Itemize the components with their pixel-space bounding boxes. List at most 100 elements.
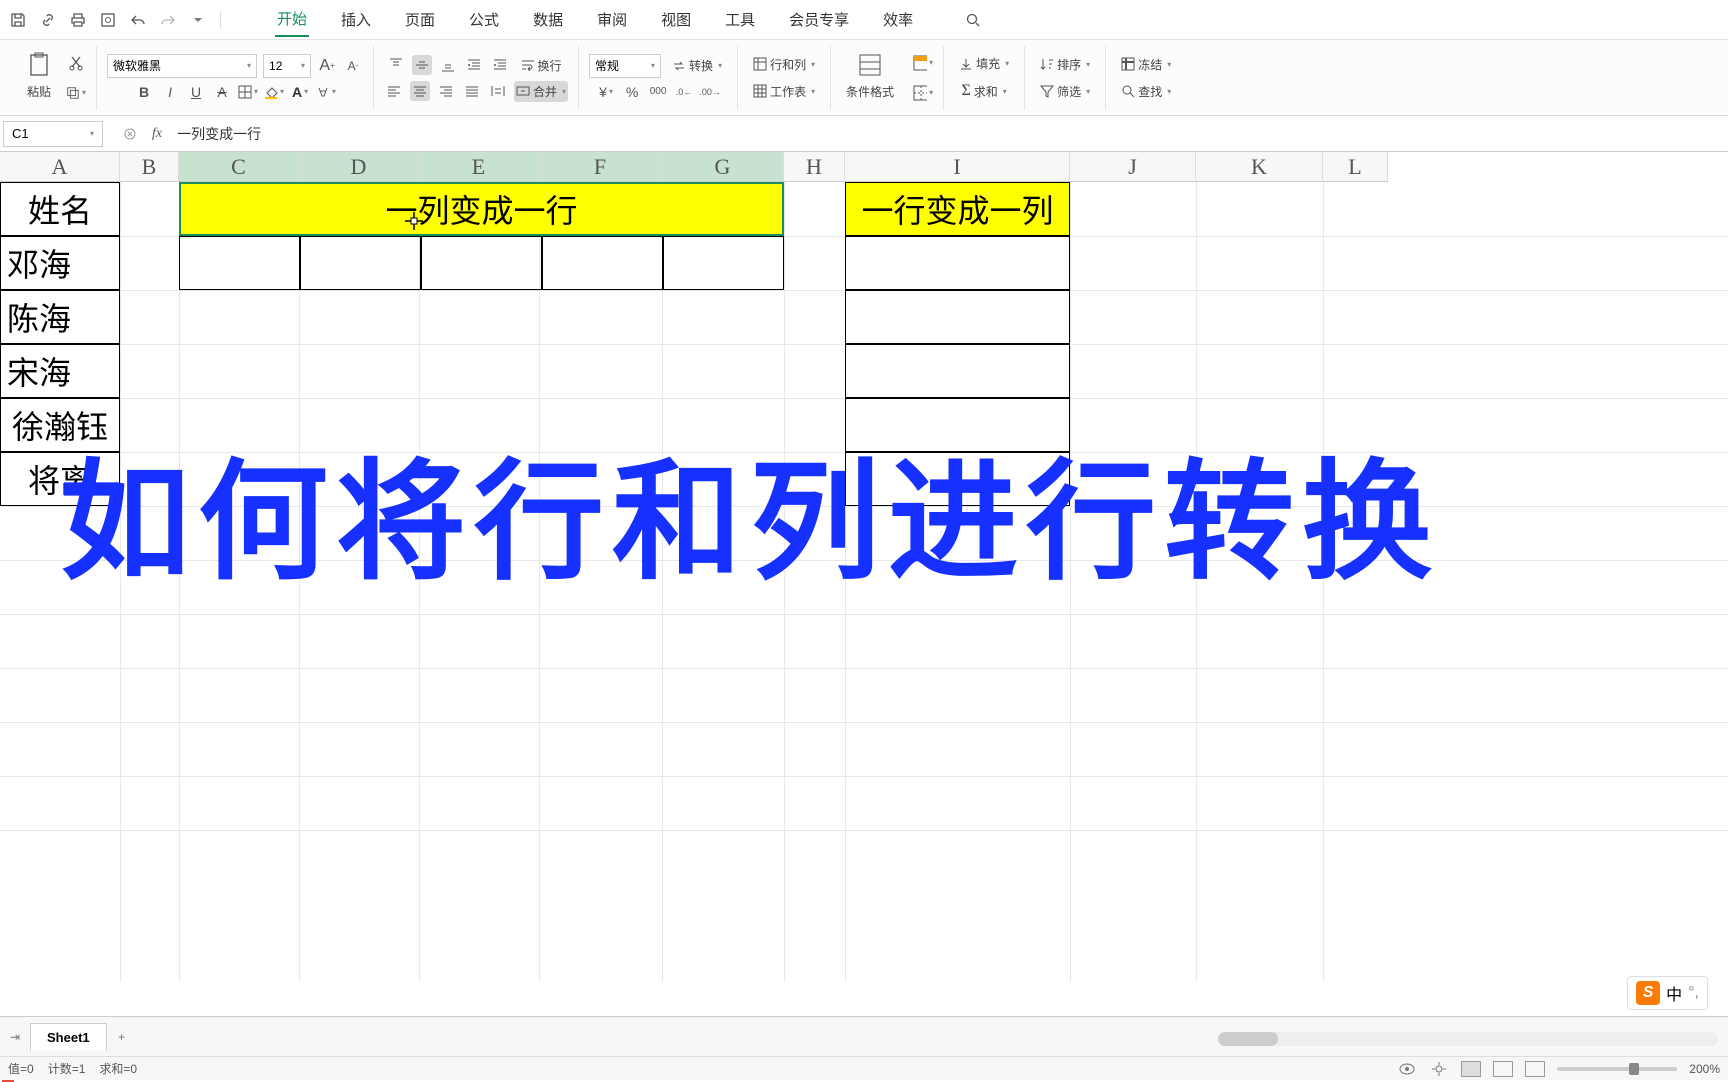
- merge-cells-button[interactable]: 合并▾: [514, 81, 568, 102]
- font-name-select[interactable]: 微软雅黑▾: [107, 54, 257, 78]
- col-header-E[interactable]: E: [419, 152, 539, 182]
- sheet-nav-last-icon[interactable]: ⇥: [6, 1028, 24, 1046]
- menu-tools[interactable]: 工具: [723, 3, 757, 36]
- ime-indicator[interactable]: S 中 °,: [1627, 976, 1708, 1010]
- menu-review[interactable]: 审阅: [595, 3, 629, 36]
- currency-icon[interactable]: ¥▾: [596, 82, 616, 102]
- cell-C1-merged[interactable]: 一列变成一行: [179, 182, 784, 236]
- increase-decimal-icon[interactable]: .00→: [700, 82, 720, 102]
- clear-format-button[interactable]: ▾: [316, 82, 336, 102]
- cell-D2[interactable]: [300, 236, 421, 290]
- cell-A1[interactable]: 姓名: [0, 182, 120, 236]
- scrollbar-thumb[interactable]: [1218, 1032, 1278, 1046]
- menu-start[interactable]: 开始: [275, 2, 309, 37]
- justify-icon[interactable]: [462, 81, 482, 101]
- strikethrough-button[interactable]: A: [212, 82, 232, 102]
- col-header-C[interactable]: C: [179, 152, 299, 182]
- percent-icon[interactable]: %: [622, 82, 642, 102]
- settings-icon[interactable]: [1429, 1059, 1449, 1079]
- cell-I2[interactable]: [845, 236, 1070, 290]
- find-button[interactable]: 查找▾: [1116, 80, 1176, 103]
- col-header-J[interactable]: J: [1070, 152, 1196, 182]
- menu-insert[interactable]: 插入: [339, 3, 373, 36]
- row-col-button[interactable]: 行和列▾: [748, 53, 820, 76]
- align-middle-icon[interactable]: [412, 55, 432, 75]
- cut-icon[interactable]: [66, 53, 86, 73]
- paste-button[interactable]: 粘贴: [22, 80, 56, 103]
- horizontal-scrollbar[interactable]: ◂: [1218, 1032, 1718, 1046]
- indent-decrease-icon[interactable]: [464, 55, 484, 75]
- fx-label[interactable]: fx: [152, 126, 162, 142]
- cell-G2[interactable]: [663, 236, 784, 290]
- sort-button[interactable]: 排序▾: [1035, 53, 1095, 76]
- align-left-icon[interactable]: [384, 81, 404, 101]
- add-sheet-button[interactable]: +: [113, 1028, 131, 1046]
- increase-font-icon[interactable]: A+: [317, 56, 337, 76]
- col-header-I[interactable]: I: [845, 152, 1070, 182]
- cell-A3[interactable]: 陈海: [0, 290, 120, 344]
- qat-dropdown-icon[interactable]: [190, 12, 206, 28]
- cell-A2[interactable]: 邓海: [0, 236, 120, 290]
- cell-F2[interactable]: [542, 236, 663, 290]
- col-header-H[interactable]: H: [784, 152, 845, 182]
- print-icon[interactable]: [70, 12, 86, 28]
- col-header-A[interactable]: A: [0, 152, 120, 182]
- redo-icon[interactable]: [160, 12, 176, 28]
- col-header-D[interactable]: D: [299, 152, 419, 182]
- number-format-select[interactable]: 常规▾: [589, 54, 661, 78]
- indent-increase-icon[interactable]: [490, 55, 510, 75]
- worksheet-button[interactable]: 工作表▾: [748, 80, 820, 103]
- col-header-L[interactable]: L: [1323, 152, 1388, 182]
- name-box[interactable]: C1▾: [3, 121, 103, 147]
- zoom-slider[interactable]: [1557, 1067, 1677, 1071]
- menu-member[interactable]: 会员专享: [787, 3, 851, 36]
- fill-color-button[interactable]: ▾: [264, 82, 284, 102]
- font-color-button[interactable]: A▾: [290, 82, 310, 102]
- paste-icon[interactable]: [28, 52, 50, 78]
- cancel-formula-icon[interactable]: [123, 127, 137, 141]
- col-header-G[interactable]: G: [662, 152, 784, 182]
- zoom-level[interactable]: 200%: [1689, 1062, 1720, 1076]
- link-icon[interactable]: [40, 12, 56, 28]
- align-right-icon[interactable]: [436, 81, 456, 101]
- fill-button[interactable]: 填充▾: [954, 52, 1014, 75]
- bold-button[interactable]: B: [134, 82, 154, 102]
- search-icon[interactable]: [965, 12, 981, 28]
- cell-I3[interactable]: [845, 290, 1070, 344]
- menu-view[interactable]: 视图: [659, 3, 693, 36]
- cell-I1[interactable]: 一行变成一列: [845, 182, 1070, 236]
- cell-I4[interactable]: [845, 344, 1070, 398]
- preview-icon[interactable]: [100, 12, 116, 28]
- align-center-icon[interactable]: [410, 81, 430, 101]
- menu-page[interactable]: 页面: [403, 3, 437, 36]
- sheet-tab-active[interactable]: Sheet1: [30, 1023, 107, 1051]
- table-style-icon[interactable]: ▾: [913, 83, 933, 103]
- cond-format-button[interactable]: 条件格式: [841, 80, 899, 103]
- save-icon[interactable]: [10, 12, 26, 28]
- menu-data[interactable]: 数据: [531, 3, 565, 36]
- undo-icon[interactable]: [130, 12, 146, 28]
- align-bottom-icon[interactable]: [438, 55, 458, 75]
- cell-E2[interactable]: [421, 236, 542, 290]
- comma-icon[interactable]: 000: [648, 82, 668, 102]
- menu-formula[interactable]: 公式: [467, 3, 501, 36]
- cell-A4[interactable]: 宋海: [0, 344, 120, 398]
- wrap-text-button[interactable]: 换行: [516, 54, 567, 77]
- cell-C2[interactable]: [179, 236, 300, 290]
- convert-button[interactable]: 转换▾: [667, 54, 727, 77]
- italic-button[interactable]: I: [160, 82, 180, 102]
- cond-format-icon[interactable]: [858, 53, 882, 77]
- border-button[interactable]: ▾: [238, 82, 258, 102]
- distribute-icon[interactable]: [488, 81, 508, 101]
- eye-icon[interactable]: [1397, 1059, 1417, 1079]
- col-header-K[interactable]: K: [1196, 152, 1323, 182]
- cell-style-icon[interactable]: ▾: [913, 53, 933, 73]
- formula-input[interactable]: 一列变成一行: [177, 124, 261, 144]
- copy-icon[interactable]: ▾: [66, 83, 86, 103]
- freeze-button[interactable]: 冻结▾: [1116, 53, 1176, 76]
- normal-view-button[interactable]: [1461, 1061, 1481, 1077]
- decrease-decimal-icon[interactable]: .0←: [674, 82, 694, 102]
- page-break-view-button[interactable]: [1525, 1061, 1545, 1077]
- page-layout-view-button[interactable]: [1493, 1061, 1513, 1077]
- col-header-F[interactable]: F: [539, 152, 662, 182]
